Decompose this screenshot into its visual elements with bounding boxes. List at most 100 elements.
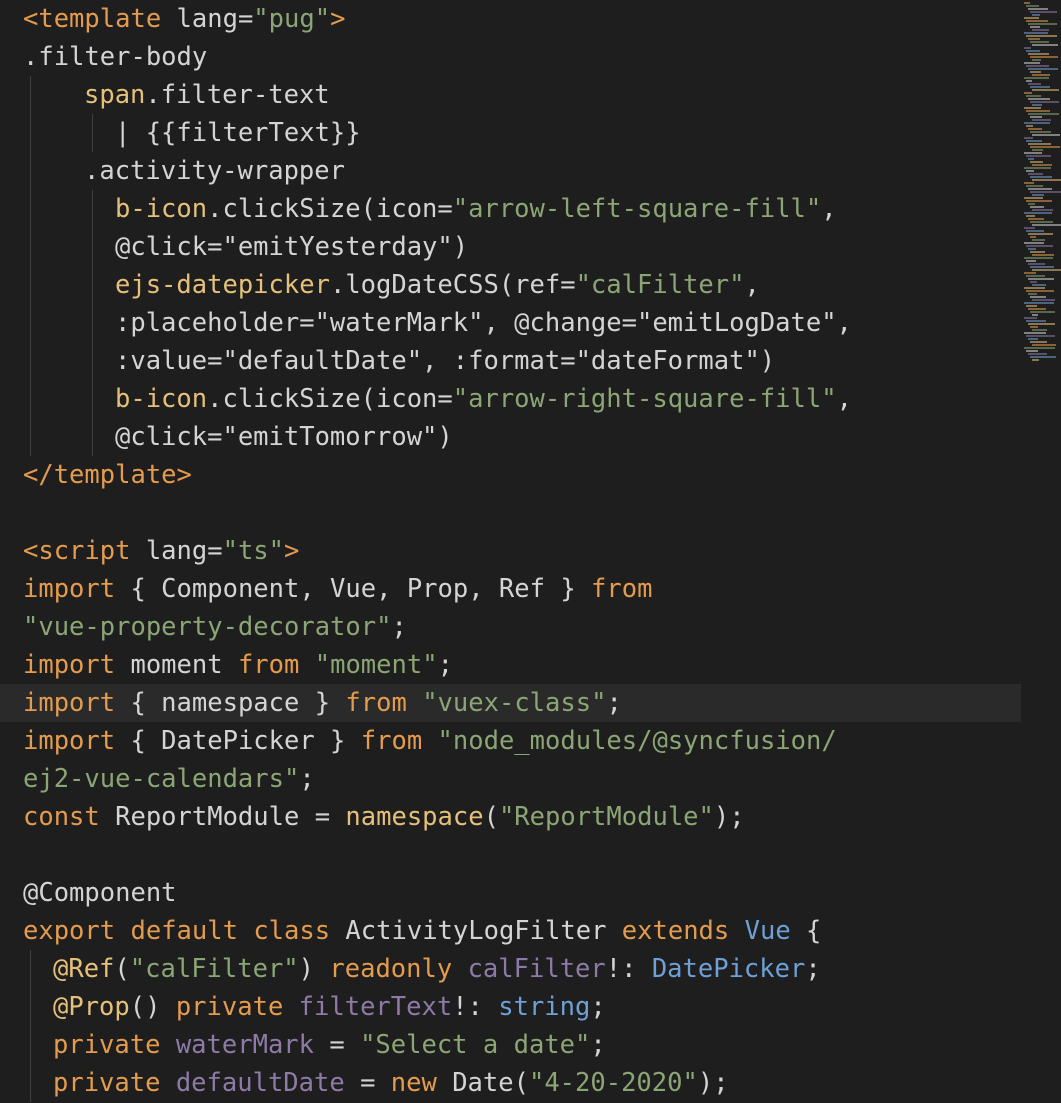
code-line[interactable]: @Component: [0, 874, 1021, 912]
minimap-line: [1026, 200, 1052, 202]
code-line[interactable]: "vue-property-decorator";: [0, 608, 1021, 646]
code-line[interactable]: private defaultDate = new Date("4-20-202…: [0, 1064, 1021, 1102]
minimap-line: [1032, 89, 1059, 91]
code-text: :value="defaultDate", :format="dateForma…: [115, 342, 775, 380]
code-line[interactable]: <template lang="pug">: [0, 0, 1021, 38]
code-token: .filter-text: [145, 80, 330, 110]
code-line[interactable]: </template>: [0, 456, 1021, 494]
code-token: moment: [115, 650, 238, 680]
code-line[interactable]: b-icon.clickSize(icon="arrow-right-squar…: [0, 380, 1021, 418]
code-text: | {{filterText}}: [115, 114, 361, 152]
code-token: ;: [590, 992, 606, 1022]
code-line[interactable]: ej2-vue-calendars";: [0, 760, 1021, 798]
code-token: waterMark: [175, 1030, 314, 1060]
code-line[interactable]: import { namespace } from "vuex-class";: [0, 684, 1021, 722]
code-token: "ReportModule": [498, 802, 714, 832]
code-token: ;: [437, 650, 453, 680]
code-text: export default class ActivityLogFilter e…: [23, 912, 821, 950]
code-token: @Prop: [53, 992, 130, 1022]
code-line[interactable]: :placeholder="waterMark", @change="emitL…: [0, 304, 1021, 342]
code-text: private waterMark = "Select a date";: [53, 1026, 606, 1064]
code-line[interactable]: :value="defaultDate", :format="dateForma…: [0, 342, 1021, 380]
code-token: const: [23, 802, 100, 832]
indent-guide: [30, 266, 31, 304]
minimap-line: [1028, 158, 1034, 160]
code-line[interactable]: @Prop() private filterText!: string;: [0, 988, 1021, 1026]
indent-guide: [30, 380, 31, 418]
code-text: :placeholder="waterMark", @change="emitL…: [115, 304, 852, 342]
minimap-line: [1028, 53, 1049, 55]
code-line[interactable]: private waterMark = "Select a date";: [0, 1026, 1021, 1064]
indent-guide: [92, 266, 93, 304]
minimap-line: [1032, 104, 1042, 106]
minimap-line: [1032, 119, 1051, 121]
code-token: >: [284, 536, 300, 566]
minimap-line: [1024, 212, 1052, 214]
code-line[interactable]: ejs-datepicker.logDateCSS(ref="calFilter…: [0, 266, 1021, 304]
code-token: ej2-vue-calendars": [23, 764, 300, 794]
code-token: class: [253, 916, 331, 946]
code-token: default: [130, 916, 238, 946]
code-token: "Select a date": [360, 1030, 591, 1060]
code-line[interactable]: export default class ActivityLogFilter e…: [0, 912, 1021, 950]
code-line[interactable]: import moment from "moment";: [0, 646, 1021, 684]
code-line[interactable]: <script lang="ts">: [0, 532, 1021, 570]
code-token: "calFilter": [129, 954, 299, 984]
minimap-line: [1030, 191, 1061, 193]
code-line[interactable]: b-icon.clickSize(icon="arrow-left-square…: [0, 190, 1021, 228]
code-token: | {{filterText}}: [115, 118, 361, 148]
code-token: =: [314, 1030, 361, 1060]
code-token: ,: [836, 384, 852, 414]
minimap-line: [1026, 95, 1041, 97]
code-line[interactable]: import { Component, Vue, Prop, Ref } fro…: [0, 570, 1021, 608]
code-token: >: [330, 4, 346, 34]
code-token: private: [175, 992, 284, 1022]
code-token: from: [591, 574, 653, 604]
code-text: import { namespace } from "vuex-class";: [23, 684, 622, 722]
minimap-line: [1032, 239, 1045, 241]
code-text: @click="emitTomorrow"): [115, 418, 453, 456]
code-token: readonly: [329, 954, 453, 984]
code-line[interactable]: | {{filterText}}: [0, 114, 1021, 152]
minimap-line: [1030, 41, 1049, 43]
code-line[interactable]: @Ref("calFilter") readonly calFilter!: D…: [0, 950, 1021, 988]
indent-guide: [92, 380, 93, 418]
code-token: .logDateCSS(ref=: [329, 270, 576, 300]
minimap-line: [1026, 140, 1042, 142]
code-token: Date(: [436, 1068, 529, 1098]
minimap[interactable]: [1021, 0, 1061, 1103]
minimap-line: [1030, 326, 1038, 328]
minimap-line: [1032, 359, 1039, 361]
code-text: b-icon.clickSize(icon="arrow-left-square…: [115, 190, 837, 228]
code-text: private defaultDate = new Date("4-20-202…: [53, 1064, 729, 1102]
code-token: (: [114, 954, 130, 984]
code-editor[interactable]: <template lang="pug"> .filter-body span.fi…: [0, 0, 1021, 1103]
minimap-line: [1024, 107, 1041, 109]
minimap-line: [1032, 194, 1044, 196]
minimap-line: [1026, 320, 1046, 322]
indent-guide: [30, 228, 31, 266]
indent-guide: [92, 418, 93, 456]
code-line[interactable]: .activity-wrapper: [0, 152, 1021, 190]
code-token: calFilter: [467, 954, 606, 984]
code-line[interactable]: const ReportModule = namespace("ReportMo…: [0, 798, 1021, 836]
code-token: from: [360, 726, 423, 756]
code-token: Vue: [744, 916, 791, 946]
indent-guide: [30, 190, 31, 228]
minimap-line: [1032, 74, 1050, 76]
minimap-line: [1030, 56, 1058, 58]
code-line[interactable]: [0, 836, 1021, 874]
code-line[interactable]: span.filter-text: [0, 76, 1021, 114]
code-line[interactable]: [0, 494, 1021, 532]
code-line[interactable]: @click="emitTomorrow"): [0, 418, 1021, 456]
code-line[interactable]: .filter-body: [0, 38, 1021, 76]
code-line[interactable]: @click="emitYesterday"): [0, 228, 1021, 266]
minimap-line: [1032, 254, 1054, 256]
minimap-line: [1024, 122, 1050, 124]
minimap-line: [1032, 224, 1061, 226]
code-line[interactable]: import { DatePicker } from "node_modules…: [0, 722, 1021, 760]
